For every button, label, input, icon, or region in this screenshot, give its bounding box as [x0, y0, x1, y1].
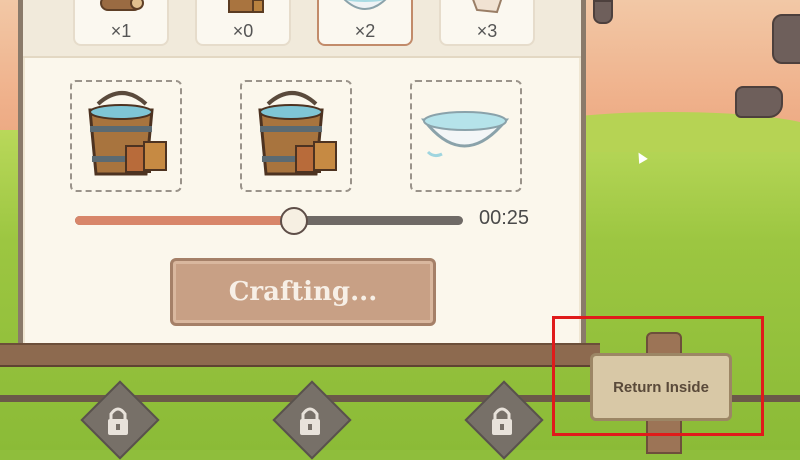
lock-icon	[492, 407, 512, 435]
water-bowl-icon	[343, 0, 387, 10]
water-bucket-icon	[258, 91, 337, 176]
progress-knob-icon	[280, 207, 309, 235]
water-bucket-icon	[228, 0, 264, 13]
logs-icon	[100, 0, 144, 11]
return-inside-sign[interactable]: Return Inside	[590, 353, 732, 421]
output-slot[interactable]	[70, 80, 182, 192]
ingredient-list: ×1 ×0 ×2 ×3	[23, 0, 581, 58]
wooden-beam	[0, 343, 600, 367]
progress-fill	[75, 216, 293, 225]
floating-rock	[772, 14, 800, 64]
crafting-progress-bar	[75, 207, 463, 235]
ingredient-count: ×0	[232, 21, 254, 41]
ingredient-card-cloth[interactable]: ×3	[439, 0, 535, 46]
ingredient-card-logs[interactable]: ×1	[73, 0, 169, 46]
ingredient-count: ×3	[476, 21, 498, 41]
output-slot[interactable]	[410, 80, 522, 192]
water-bucket-icon	[88, 91, 167, 176]
crafting-timer: 00:25	[479, 207, 530, 229]
floating-rock	[593, 0, 613, 24]
cloth-icon	[472, 0, 503, 14]
ingredient-card-water-bowl[interactable]: ×2	[317, 0, 413, 46]
crafting-button[interactable]: Crafting...	[170, 258, 436, 326]
ingredient-count: ×1	[110, 21, 132, 41]
lock-icon	[108, 407, 128, 435]
ingredient-card-water-bucket[interactable]: ×0	[195, 0, 291, 46]
crafting-panel: ×1 ×0 ×2 ×3 00:25 Crafting...	[18, 0, 586, 345]
output-slot[interactable]	[240, 80, 352, 192]
water-bowl-icon	[420, 111, 510, 158]
ingredient-count: ×2	[354, 21, 376, 41]
lock-icon	[300, 407, 320, 435]
floating-rock	[735, 86, 783, 118]
